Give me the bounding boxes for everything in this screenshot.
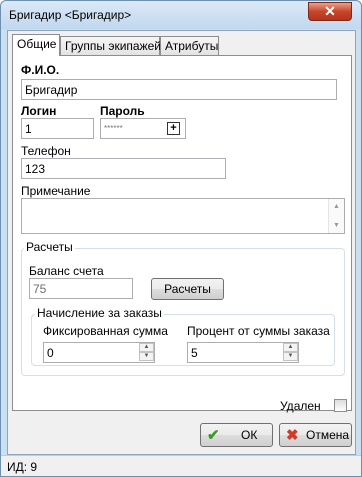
note-label: Примечание	[21, 184, 91, 198]
dialog-body: Общие Группы экипажей Атрибуты Ф.И.О. Бр…	[7, 30, 356, 455]
payments-group-title: Расчеты	[24, 240, 75, 254]
accrual-group-title: Начисление за заказы	[35, 306, 164, 320]
scroll-up-icon[interactable]: ▲	[333, 203, 340, 210]
tab-attributes-label: Атрибуты	[165, 39, 219, 53]
ok-label: ОК	[241, 428, 258, 442]
tab-crew-groups[interactable]: Группы экипажей	[60, 36, 161, 55]
fixed-sum-spin[interactable]: ▲ ▼	[139, 343, 154, 362]
close-button[interactable]: ✕	[308, 2, 352, 21]
increment-icon[interactable]: ▲	[139, 343, 154, 352]
percent-spin[interactable]: ▲ ▼	[283, 343, 298, 362]
percent-stepper[interactable]: 5 ▲ ▼	[187, 342, 299, 363]
cancel-label: Отмена	[306, 428, 350, 442]
note-scrollbar[interactable]: ▲ ▼	[328, 199, 344, 233]
fixed-sum-stepper[interactable]: 0 ▲ ▼	[43, 342, 155, 363]
title-bar[interactable]: Бригадир <Бригадир> ✕	[1, 1, 361, 29]
scroll-down-icon[interactable]: ▼	[333, 222, 340, 229]
fixed-sum-value: 0	[47, 346, 54, 360]
ok-button[interactable]: ✔ ОК	[200, 423, 273, 447]
cross-icon: ✖	[286, 427, 299, 444]
decrement-icon[interactable]: ▼	[139, 352, 154, 361]
note-field[interactable]: ▲ ▼	[21, 198, 345, 234]
cancel-button[interactable]: ✖ Отмена	[279, 423, 352, 447]
login-label: Логин	[21, 104, 57, 118]
dialog-window: Бригадир <Бригадир> ✕ Общие Группы экипа…	[0, 0, 362, 477]
check-icon: ✔	[207, 427, 220, 444]
percent-value: 5	[191, 346, 198, 360]
login-field[interactable]: 1	[21, 118, 94, 139]
tab-crew-groups-label: Группы экипажей	[65, 39, 161, 53]
set-password-button[interactable]: +	[167, 122, 180, 135]
payments-button[interactable]: Расчеты	[151, 278, 224, 300]
record-id: ИД: 9	[7, 460, 38, 474]
phone-label: Телефон	[21, 144, 71, 158]
window-title: Бригадир <Бригадир>	[9, 8, 132, 22]
password-label: Пароль	[100, 104, 145, 118]
status-bar: ИД: 9	[1, 455, 361, 476]
increment-icon[interactable]: ▲	[283, 343, 298, 352]
decrement-icon[interactable]: ▼	[283, 352, 298, 361]
deleted-checkbox[interactable]	[334, 399, 347, 412]
balance-field: 75	[29, 278, 133, 299]
fixed-sum-label: Фиксированная сумма	[43, 324, 168, 338]
fio-field[interactable]: Бригадир	[21, 79, 337, 100]
balance-label: Баланс счета	[29, 264, 104, 278]
fio-label: Ф.И.О.	[21, 63, 60, 77]
percent-label: Процент от суммы заказа	[187, 324, 330, 338]
deleted-label: Удален	[280, 399, 321, 413]
tab-attributes[interactable]: Атрибуты	[160, 36, 219, 55]
plus-icon: +	[170, 122, 177, 134]
tab-general-label: Общие	[17, 37, 57, 51]
tab-general[interactable]: Общие	[12, 34, 60, 56]
close-icon: ✕	[324, 3, 336, 19]
phone-field[interactable]: 123	[21, 158, 226, 179]
general-tab-panel: Ф.И.О. Бригадир Логин 1 Пароль ****** + …	[12, 55, 352, 411]
